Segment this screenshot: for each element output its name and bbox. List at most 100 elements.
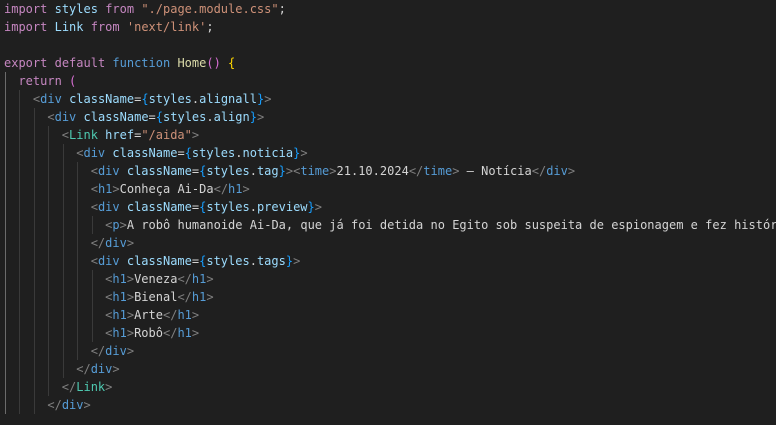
- indent-guide: [48, 324, 50, 342]
- indent-guide: [33, 180, 35, 198]
- indent-guide: [48, 360, 50, 378]
- code-text: <h1>Veneza</h1>: [105, 272, 214, 286]
- indent-guide: [5, 90, 6, 108]
- indent-guide: [77, 306, 79, 324]
- indent-guide: [77, 180, 79, 198]
- indent-guide: [5, 198, 6, 216]
- indent-guide: [48, 288, 50, 306]
- indent-guide: [19, 90, 21, 108]
- indent-guide: [5, 324, 6, 342]
- code-line[interactable]: <p>A robô humanoide Ai-Da, que já foi de…: [0, 216, 776, 234]
- indent-guide: [19, 162, 21, 180]
- indent-guide: [5, 108, 6, 126]
- indent-guide: [77, 216, 79, 234]
- indent-guide: [5, 252, 6, 270]
- indent-guide: [48, 252, 50, 270]
- indent-guide: [5, 306, 6, 324]
- indent-guide: [62, 162, 64, 180]
- code-line[interactable]: export default function Home() {: [0, 54, 776, 72]
- code-line[interactable]: import Link from 'next/link';: [0, 18, 776, 36]
- indent-guide: [77, 324, 79, 342]
- indent-guide: [77, 234, 79, 252]
- indent-guide: [5, 288, 6, 306]
- indent-guide: [48, 126, 50, 144]
- indent-guide: [33, 360, 35, 378]
- indent-guide: [19, 288, 21, 306]
- code-line[interactable]: <div className={styles.tag}><time>21.10.…: [0, 162, 776, 180]
- code-line[interactable]: <div className={styles.tags}>: [0, 252, 776, 270]
- indent-guide: [77, 288, 79, 306]
- code-line[interactable]: </div>: [0, 234, 776, 252]
- indent-guide: [91, 306, 93, 324]
- indent-guide: [5, 180, 6, 198]
- code-line[interactable]: </Link>: [0, 378, 776, 396]
- indent-guide: [48, 198, 50, 216]
- code-line[interactable]: <Link href="/aida">: [0, 126, 776, 144]
- indent-guide: [77, 270, 79, 288]
- indent-guide: [33, 126, 35, 144]
- indent-guide: [48, 180, 50, 198]
- code-text: <h1>Conheça Ai-Da</h1>: [90, 182, 250, 196]
- indent-guide: [62, 324, 64, 342]
- code-area[interactable]: import styles from "./page.module.css"; i…: [0, 0, 776, 414]
- code-line[interactable]: <div className={styles.noticia}>: [0, 144, 776, 162]
- code-line[interactable]: import styles from "./page.module.css";: [0, 0, 776, 18]
- indent-guide: [19, 144, 21, 162]
- indent-guide: [33, 234, 35, 252]
- code-line[interactable]: <h1>Arte</h1>: [0, 306, 776, 324]
- code-line[interactable]: <div className={styles.align}>: [0, 108, 776, 126]
- code-line[interactable]: </div>: [0, 360, 776, 378]
- indent-guide: [62, 342, 64, 360]
- indent-guide: [62, 252, 64, 270]
- code-line[interactable]: <div className={styles.preview}>: [0, 198, 776, 216]
- indent-guide: [33, 324, 35, 342]
- indent-guide: [33, 252, 35, 270]
- indent-guide: [91, 288, 93, 306]
- indent-guide: [5, 360, 6, 378]
- indent-guide: [19, 108, 21, 126]
- code-text: return (: [18, 74, 77, 88]
- code-line[interactable]: <h1>Robô</h1>: [0, 324, 776, 342]
- indent-guide: [19, 198, 21, 216]
- indent-guide: [33, 198, 35, 216]
- indent-guide: [19, 216, 21, 234]
- indent-guide: [91, 216, 93, 234]
- code-line[interactable]: <h1>Conheça Ai-Da</h1>: [0, 180, 776, 198]
- indent-guide: [33, 306, 35, 324]
- code-text: <div className={styles.noticia}>: [76, 146, 308, 160]
- indent-guide: [5, 72, 6, 90]
- code-line[interactable]: [0, 36, 776, 54]
- indent-guide: [62, 360, 64, 378]
- indent-guide: [19, 396, 21, 414]
- code-line[interactable]: </div>: [0, 342, 776, 360]
- code-line[interactable]: <h1>Bienal</h1>: [0, 288, 776, 306]
- indent-guide: [62, 288, 64, 306]
- indent-guide: [33, 396, 35, 414]
- code-line[interactable]: return (: [0, 72, 776, 90]
- code-line[interactable]: <h1>Veneza</h1>: [0, 270, 776, 288]
- indent-guide: [19, 252, 21, 270]
- code-text: <div className={styles.align}>: [47, 110, 265, 124]
- indent-guide: [19, 342, 21, 360]
- code-editor[interactable]: import styles from "./page.module.css"; i…: [0, 0, 776, 425]
- indent-guide: [48, 306, 50, 324]
- indent-guide: [48, 144, 50, 162]
- indent-guide: [77, 198, 79, 216]
- indent-guide: [62, 198, 64, 216]
- indent-guide: [19, 360, 21, 378]
- indent-guide: [62, 144, 64, 162]
- indent-guide: [91, 324, 93, 342]
- indent-guide: [62, 216, 64, 234]
- code-text: </div>: [76, 362, 120, 376]
- indent-guide: [33, 216, 35, 234]
- code-text: </div>: [47, 398, 91, 412]
- indent-guide: [5, 378, 6, 396]
- indent-guide: [19, 126, 21, 144]
- code-text: <h1>Bienal</h1>: [105, 290, 214, 304]
- indent-guide: [19, 180, 21, 198]
- indent-guide: [91, 270, 93, 288]
- indent-guide: [5, 270, 6, 288]
- indent-guide: [19, 324, 21, 342]
- code-line[interactable]: </div>: [0, 396, 776, 414]
- code-line[interactable]: <div className={styles.alignall}>: [0, 90, 776, 108]
